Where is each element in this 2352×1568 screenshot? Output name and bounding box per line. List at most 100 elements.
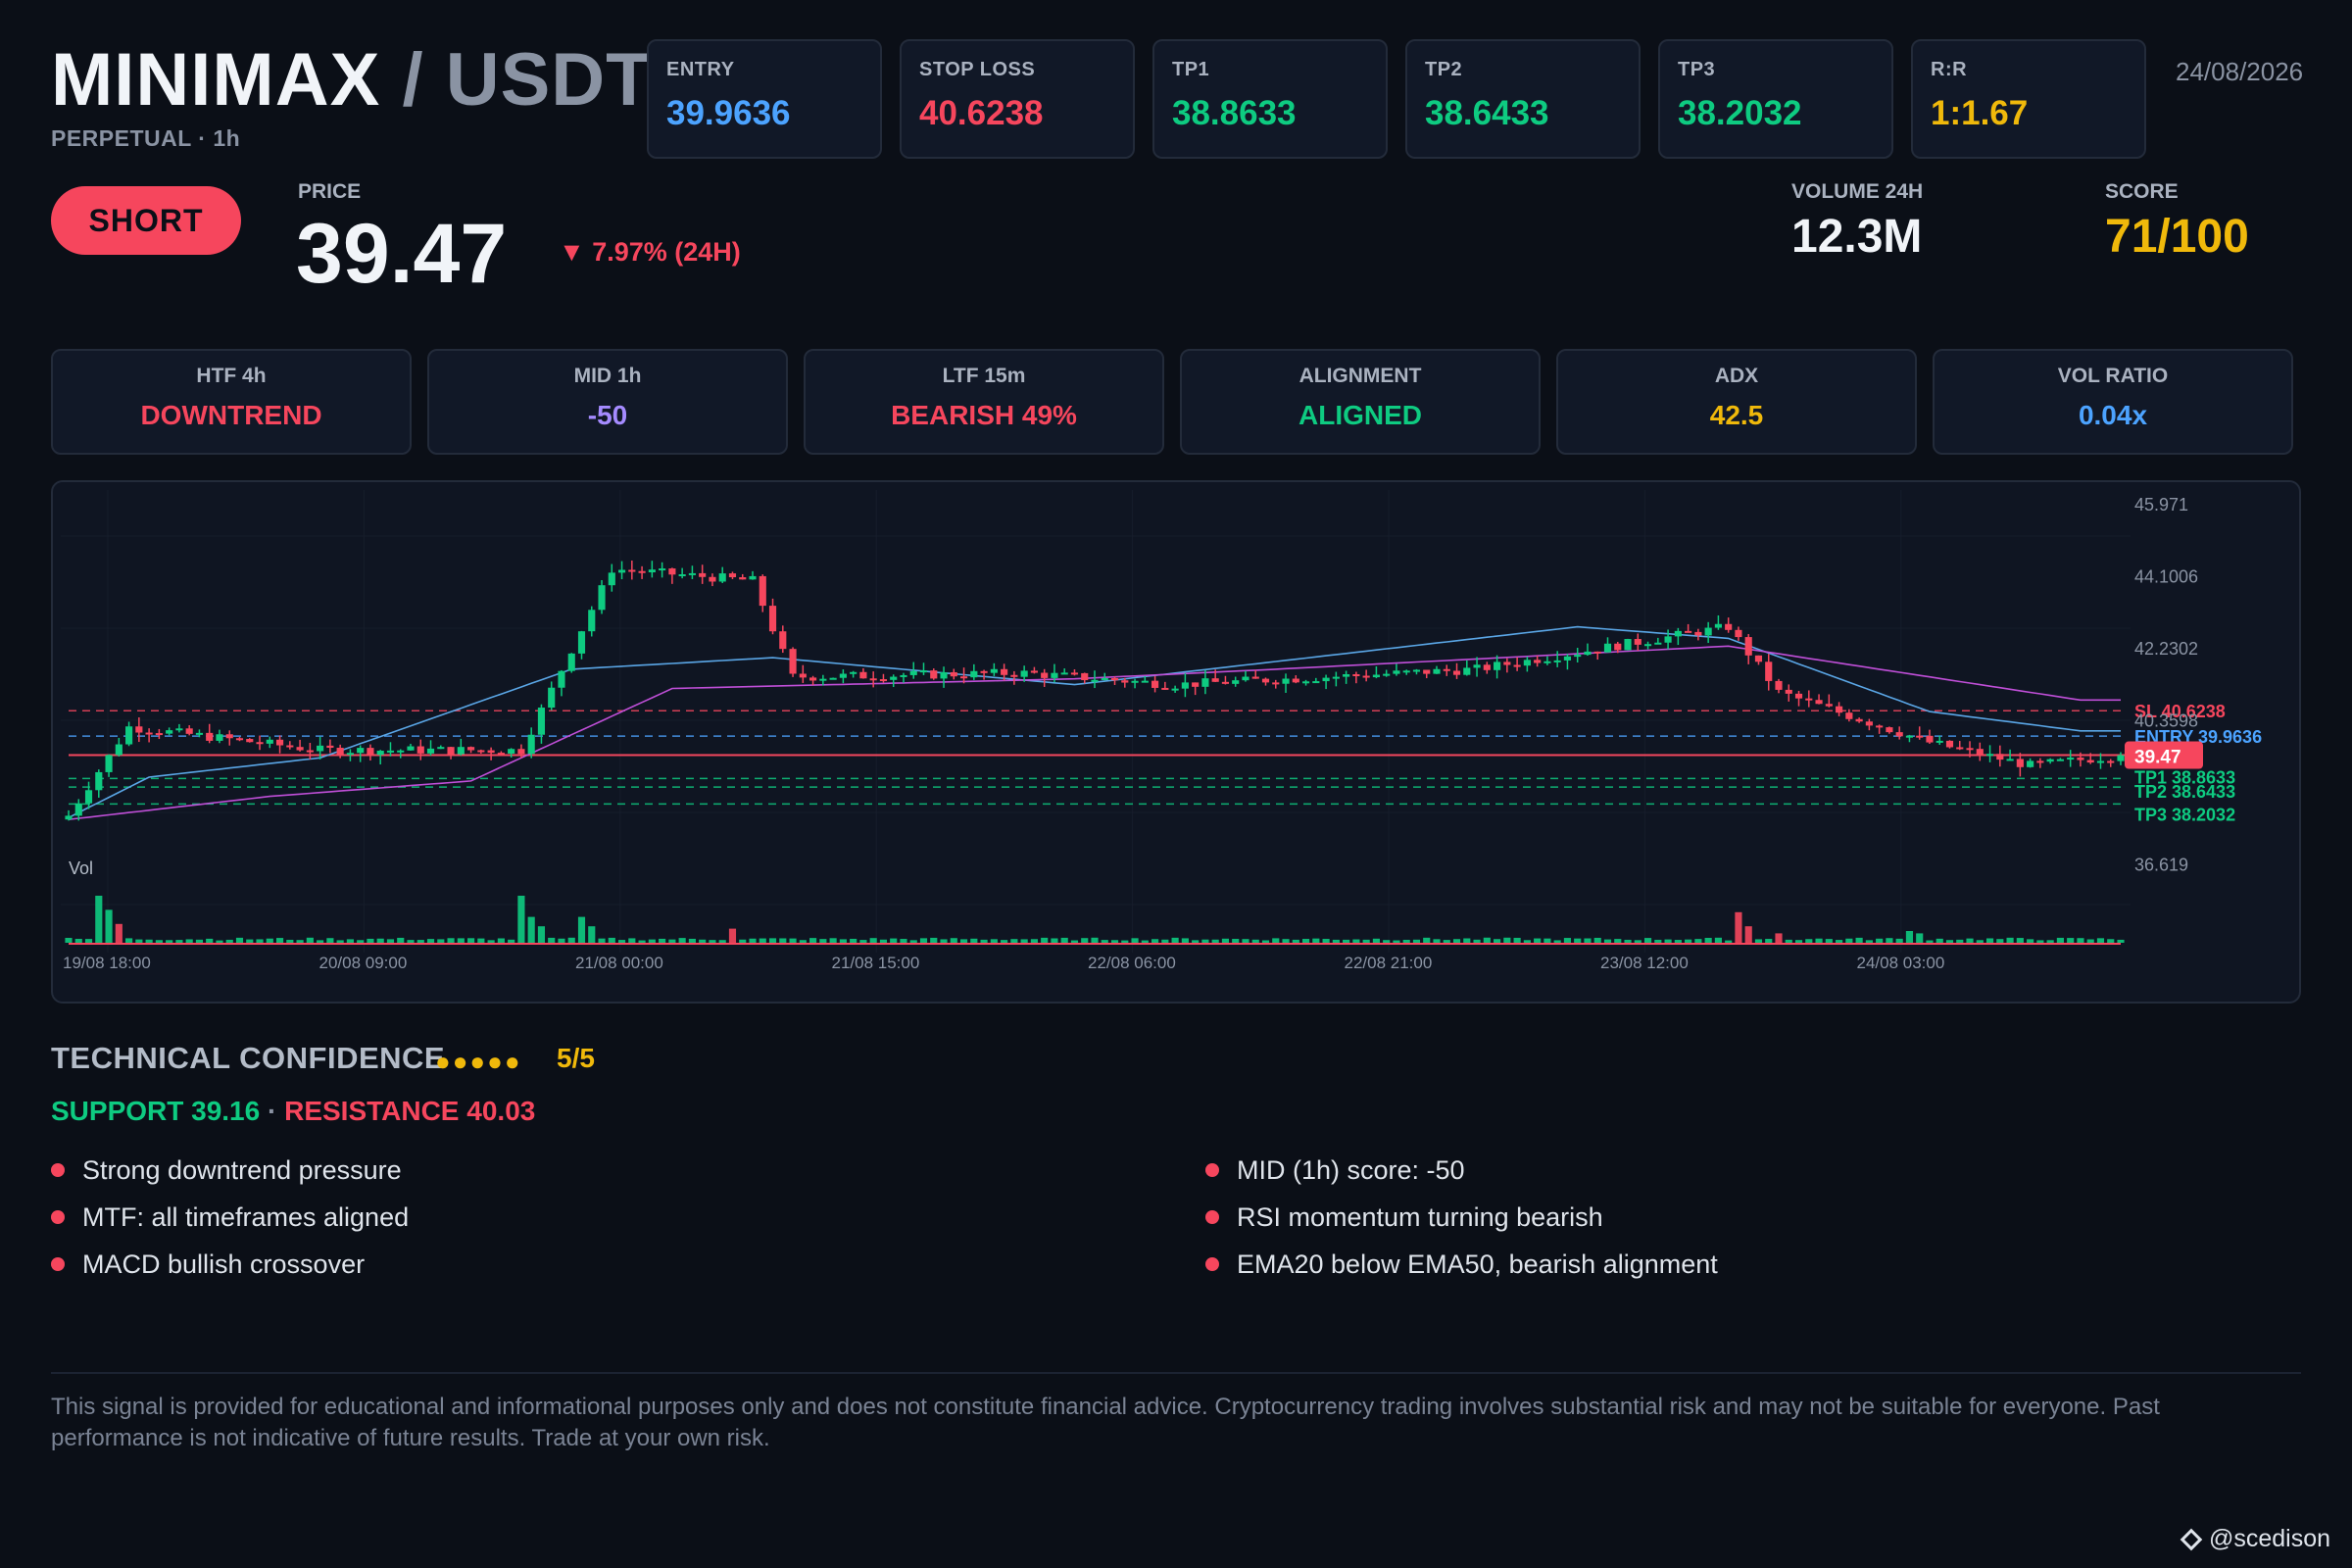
candle-body: [1101, 677, 1108, 680]
volume-bar: [2056, 937, 2064, 943]
score-value: 71/100: [2105, 211, 2249, 263]
volume-bar: [909, 940, 917, 943]
volume-bar: [1815, 938, 1823, 943]
candle-body: [789, 649, 797, 674]
candle-body: [2107, 760, 2115, 763]
volume-bar: [1634, 940, 1642, 943]
candle-body: [2077, 758, 2084, 760]
candle-body: [1916, 735, 1924, 738]
volume-bar: [1513, 937, 1521, 943]
candle-body: [357, 748, 365, 754]
candle-body: [1372, 674, 1380, 678]
list-item: MID (1h) score: -50: [1205, 1147, 1718, 1194]
signal-date: 24/08/2026: [2176, 57, 2304, 86]
sr-separator: ·: [267, 1096, 277, 1126]
price-tick-label: 40.3598: [2134, 711, 2198, 731]
candle-body: [1070, 672, 1079, 675]
volume-bar: [2006, 937, 2014, 943]
score-label: SCORE: [2105, 180, 2179, 203]
volume-bar: [890, 938, 898, 943]
candle-body: [386, 750, 395, 753]
candle-body: [1976, 749, 1984, 756]
candle-body: [950, 671, 957, 677]
candle-body: [497, 753, 505, 756]
candle-body: [1091, 679, 1099, 682]
volume-bar: [497, 938, 505, 943]
volume-bar: [850, 938, 858, 943]
candle-body: [638, 570, 646, 573]
bullet-dot-icon: [51, 1210, 65, 1224]
candle-body: [1886, 727, 1893, 733]
volume-bar: [1996, 939, 2004, 943]
bullet-dot-icon: [51, 1257, 65, 1271]
volume-bar: [1221, 938, 1230, 943]
candle-body: [2067, 758, 2075, 760]
card-ltf-label: LTF 15m: [942, 365, 1026, 387]
volume-bar: [326, 938, 334, 943]
volume-bar: [980, 939, 988, 943]
volume-bar: [437, 939, 445, 943]
volume-bar: [1362, 939, 1370, 943]
volume-bar: [1624, 939, 1632, 943]
volume-bar: [799, 940, 807, 943]
candle-body: [1463, 667, 1471, 675]
candle-body: [275, 739, 284, 746]
candle-body: [175, 728, 183, 731]
volume-bar: [185, 939, 193, 943]
candle-body: [1473, 664, 1481, 668]
reasons-right: MID (1h) score: -50 RSI momentum turning…: [1205, 1147, 1718, 1288]
volume-bar: [1161, 939, 1169, 943]
brand-watermark: @scedison: [2180, 1525, 2330, 1553]
volume-label: VOLUME 24H: [1791, 180, 1924, 203]
volume-bar: [2046, 940, 2054, 943]
candle-body: [195, 732, 204, 735]
candle-body: [1412, 669, 1421, 672]
candle-body: [678, 573, 686, 576]
candle-body: [1966, 748, 1974, 751]
candle-body: [1614, 643, 1622, 651]
candle-body: [1383, 673, 1391, 676]
time-tick-label: 23/08 12:00: [1600, 954, 1689, 972]
volume-bar: [2077, 938, 2084, 943]
volume-bar: [1523, 940, 1531, 943]
entry-value: 39.9636: [666, 94, 791, 132]
volume-bar: [195, 939, 204, 943]
volume-bar: [638, 940, 646, 943]
volume-bar: [2107, 939, 2115, 943]
candle-body: [1343, 673, 1350, 677]
volume-bar: [1643, 938, 1652, 943]
volume-bar: [1754, 939, 1763, 943]
candle-body: [1121, 680, 1129, 683]
risk-reward-value: 1:1.67: [1931, 94, 2029, 132]
volume-bar: [336, 940, 344, 943]
candle-body: [1603, 643, 1612, 653]
price-chart: SL 40.6238ENTRY 39.9636TP1 38.8633TP2 38…: [61, 490, 2262, 972]
current-price: 39.47: [296, 207, 508, 301]
volume-bar: [1070, 940, 1079, 943]
reason-text: EMA20 below EMA50, bearish alignment: [1237, 1249, 1718, 1279]
card-vol-ratio: VOL RATIO 0.04x: [1933, 349, 2293, 455]
candle-body: [185, 728, 193, 734]
candle-body: [980, 670, 988, 673]
volume-bar: [1423, 937, 1431, 943]
volume-bar: [346, 939, 354, 943]
list-item: RSI momentum turning bearish: [1205, 1194, 1718, 1241]
candle-body: [1845, 712, 1853, 719]
candle-body: [1282, 678, 1290, 684]
candle-body: [527, 734, 535, 755]
volume-bar: [2016, 938, 2024, 943]
time-tick-label: 20/08 09:00: [319, 954, 408, 972]
candle-body: [105, 755, 113, 772]
volume-bar: [1886, 938, 1893, 943]
candle-body: [1362, 675, 1370, 678]
candle-body: [1010, 674, 1018, 677]
candle-body: [1895, 732, 1903, 737]
volume-bar: [527, 916, 535, 943]
candle-body: [1654, 642, 1662, 645]
volume-bar: [1744, 926, 1752, 943]
volume-bar: [1242, 939, 1250, 943]
volume-bar: [206, 938, 214, 943]
volume-bar: [517, 896, 525, 943]
candle-body: [155, 733, 163, 736]
candle-body: [1503, 662, 1511, 665]
